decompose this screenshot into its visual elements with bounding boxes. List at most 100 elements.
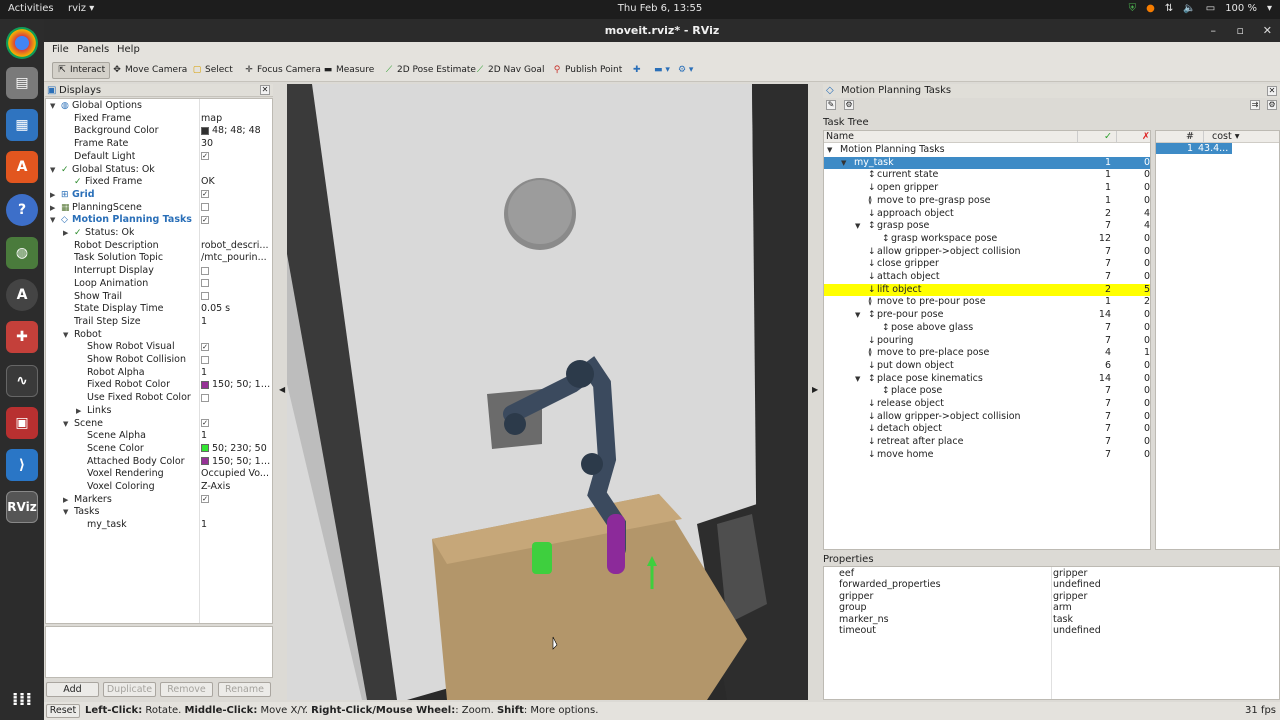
expand-right-icon[interactable]: ▶: [50, 202, 55, 215]
display-row[interactable]: Background Color 48; 48; 48: [46, 125, 272, 138]
display-row[interactable]: Robot Alpha 1: [46, 367, 272, 380]
display-row[interactable]: Scene Color 50; 230; 50: [46, 443, 272, 456]
display-row-value[interactable]: 1: [201, 519, 271, 532]
display-row-value[interactable]: 1: [201, 316, 271, 329]
execute-icon[interactable]: ⇉: [1250, 100, 1260, 110]
rviz-icon[interactable]: RViz: [6, 491, 38, 523]
terminal-icon[interactable]: ▣: [6, 407, 38, 439]
display-row[interactable]: State Display Time 0.05 s: [46, 303, 272, 316]
col-failure[interactable]: ✗: [1142, 131, 1150, 143]
rename-display-button[interactable]: Rename: [218, 682, 271, 697]
display-row[interactable]: Show Robot Visual ✓: [46, 341, 272, 354]
chrome-icon[interactable]: [6, 27, 38, 59]
property-row[interactable]: eef gripper: [824, 568, 1279, 579]
display-row[interactable]: Fixed Robot Color 150; 50; 150: [46, 379, 272, 392]
system-tray[interactable]: ⛨ ● ⇅ 🔈 ▭ 100 % ▾: [1129, 3, 1272, 14]
menu-panels[interactable]: Panels: [77, 44, 109, 55]
checkbox[interactable]: [201, 266, 209, 275]
display-row-value[interactable]: [201, 392, 271, 405]
property-row[interactable]: forwarded_properties undefined: [824, 579, 1279, 590]
display-row-value[interactable]: 150; 50; 150: [201, 379, 271, 392]
task-row[interactable]: ↓ detach object 7 0: [824, 423, 1150, 436]
display-row[interactable]: ▼ ◇ Motion Planning Tasks ✓: [46, 214, 272, 227]
task-row[interactable]: ↓ allow gripper->object collision 7 0: [824, 411, 1150, 424]
focus-camera-tool[interactable]: ✛ Focus Camera: [240, 62, 325, 79]
display-row[interactable]: ▶ ▦ PlanningScene: [46, 202, 272, 215]
expand-right-icon[interactable]: ▶: [63, 494, 68, 507]
task-row[interactable]: ↕ place pose 7 0: [824, 385, 1150, 398]
task-row[interactable]: ≬ move to pre-grasp pose 1 0: [824, 195, 1150, 208]
globe-icon[interactable]: ◍: [6, 237, 38, 269]
display-row[interactable]: Task Solution Topic/mtc_pourin...: [46, 252, 272, 265]
property-value[interactable]: gripper: [1053, 568, 1087, 579]
checkbox[interactable]: ✓: [201, 152, 209, 161]
task-tree[interactable]: Name ✓ ✗ ▼ Motion Planning Tasks ▼ my_task 1…: [823, 130, 1151, 550]
system-monitor-icon[interactable]: ∿: [6, 365, 38, 397]
display-row-value[interactable]: 0.05 s: [201, 303, 271, 316]
display-row-value[interactable]: Z-Axis: [201, 481, 271, 494]
checkbox[interactable]: ✓: [201, 215, 209, 224]
display-row-value[interactable]: robot_descri...: [201, 240, 271, 253]
expand-down-icon[interactable]: ▼: [855, 373, 860, 386]
display-row-value[interactable]: /mtc_pourin...: [201, 252, 271, 265]
settings-icon[interactable]: ⚙: [1267, 100, 1277, 110]
expand-down-icon[interactable]: ▼: [855, 220, 860, 233]
settings-icon[interactable]: ✚: [6, 321, 38, 353]
task-row[interactable]: ↓ put down object 6 0: [824, 360, 1150, 373]
files-icon[interactable]: ▤: [6, 67, 38, 99]
display-row[interactable]: Show Robot Collision: [46, 354, 272, 367]
activities-button[interactable]: Activities: [8, 3, 54, 14]
menu-file[interactable]: File: [52, 44, 69, 55]
display-row-value[interactable]: 150; 50; 150: [201, 456, 271, 469]
software-center-icon[interactable]: A: [6, 151, 38, 183]
display-row-value[interactable]: OK: [201, 176, 271, 189]
col-cost[interactable]: cost ▾: [1212, 131, 1240, 143]
task-row[interactable]: ↓ allow gripper->object collision 7 0: [824, 246, 1150, 259]
expand-down-icon[interactable]: ▼: [827, 144, 832, 157]
task-row[interactable]: ↓ close gripper 7 0: [824, 258, 1150, 271]
display-row[interactable]: Use Fixed Robot Color: [46, 392, 272, 405]
checkbox[interactable]: [201, 203, 209, 212]
duplicate-display-button[interactable]: Duplicate: [103, 682, 156, 697]
app-menu[interactable]: rviz ▾: [68, 3, 94, 14]
display-row[interactable]: Attached Body Color 150; 50; 150: [46, 456, 272, 469]
col-name[interactable]: Name: [826, 131, 854, 143]
display-row[interactable]: ▶ Links: [46, 405, 272, 418]
properties-table[interactable]: eef gripper forwarded_properties undefined g…: [823, 566, 1280, 700]
display-row[interactable]: Voxel Rendering Occupied Vo...: [46, 468, 272, 481]
display-row-value[interactable]: 1: [201, 430, 271, 443]
display-row-value[interactable]: ✓: [201, 189, 271, 202]
display-row[interactable]: ▶ ✓ Status: Ok: [46, 227, 272, 240]
task-row[interactable]: ↓ retreat after place 7 0: [824, 436, 1150, 449]
task-row[interactable]: ▼ ↕ pre-pour pose 14 0: [824, 309, 1150, 322]
display-row-value[interactable]: 48; 48; 48: [201, 125, 271, 138]
display-row-value[interactable]: 30: [201, 138, 271, 151]
checkbox[interactable]: [201, 393, 209, 402]
display-row-value[interactable]: map: [201, 113, 271, 126]
publish-point-tool[interactable]: ⚲ Publish Point: [548, 62, 626, 79]
2d-pose-estimate-tool[interactable]: ⟋ 2D Pose Estimate: [380, 62, 480, 79]
tool-properties-button[interactable]: ⚙ ▾: [674, 62, 697, 79]
measure-tool[interactable]: ▬ Measure: [319, 62, 378, 79]
edit-icon[interactable]: ✎: [826, 100, 836, 110]
3d-viewport[interactable]: [287, 84, 808, 700]
interact-tool[interactable]: ⇱ Interact: [52, 62, 111, 79]
move-camera-tool[interactable]: ✥ Move Camera: [108, 62, 191, 79]
display-row-value[interactable]: [201, 354, 271, 367]
minimize-icon[interactable]: –: [1211, 19, 1217, 42]
display-row-value[interactable]: ✓: [201, 494, 271, 507]
expand-down-icon[interactable]: ▼: [50, 164, 55, 177]
task-row[interactable]: ↓ attach object 7 0: [824, 271, 1150, 284]
property-row[interactable]: marker_ns task: [824, 614, 1279, 625]
expand-down-icon[interactable]: ▼: [63, 506, 68, 519]
menu-help[interactable]: Help: [117, 44, 140, 55]
display-row-value[interactable]: Occupied Vo...: [201, 468, 271, 481]
display-row[interactable]: Loop Animation: [46, 278, 272, 291]
display-row[interactable]: ▼ ◍ Global Options: [46, 100, 272, 113]
col-solution-number[interactable]: #: [1186, 131, 1194, 143]
display-row[interactable]: Scene Alpha 1: [46, 430, 272, 443]
task-row[interactable]: ↓ approach object 2 4: [824, 208, 1150, 221]
remove-display-button[interactable]: Remove: [160, 682, 213, 697]
clock[interactable]: Thu Feb 6, 13:55: [600, 3, 720, 14]
task-row[interactable]: ↓ lift object 2 5: [824, 283, 1150, 297]
